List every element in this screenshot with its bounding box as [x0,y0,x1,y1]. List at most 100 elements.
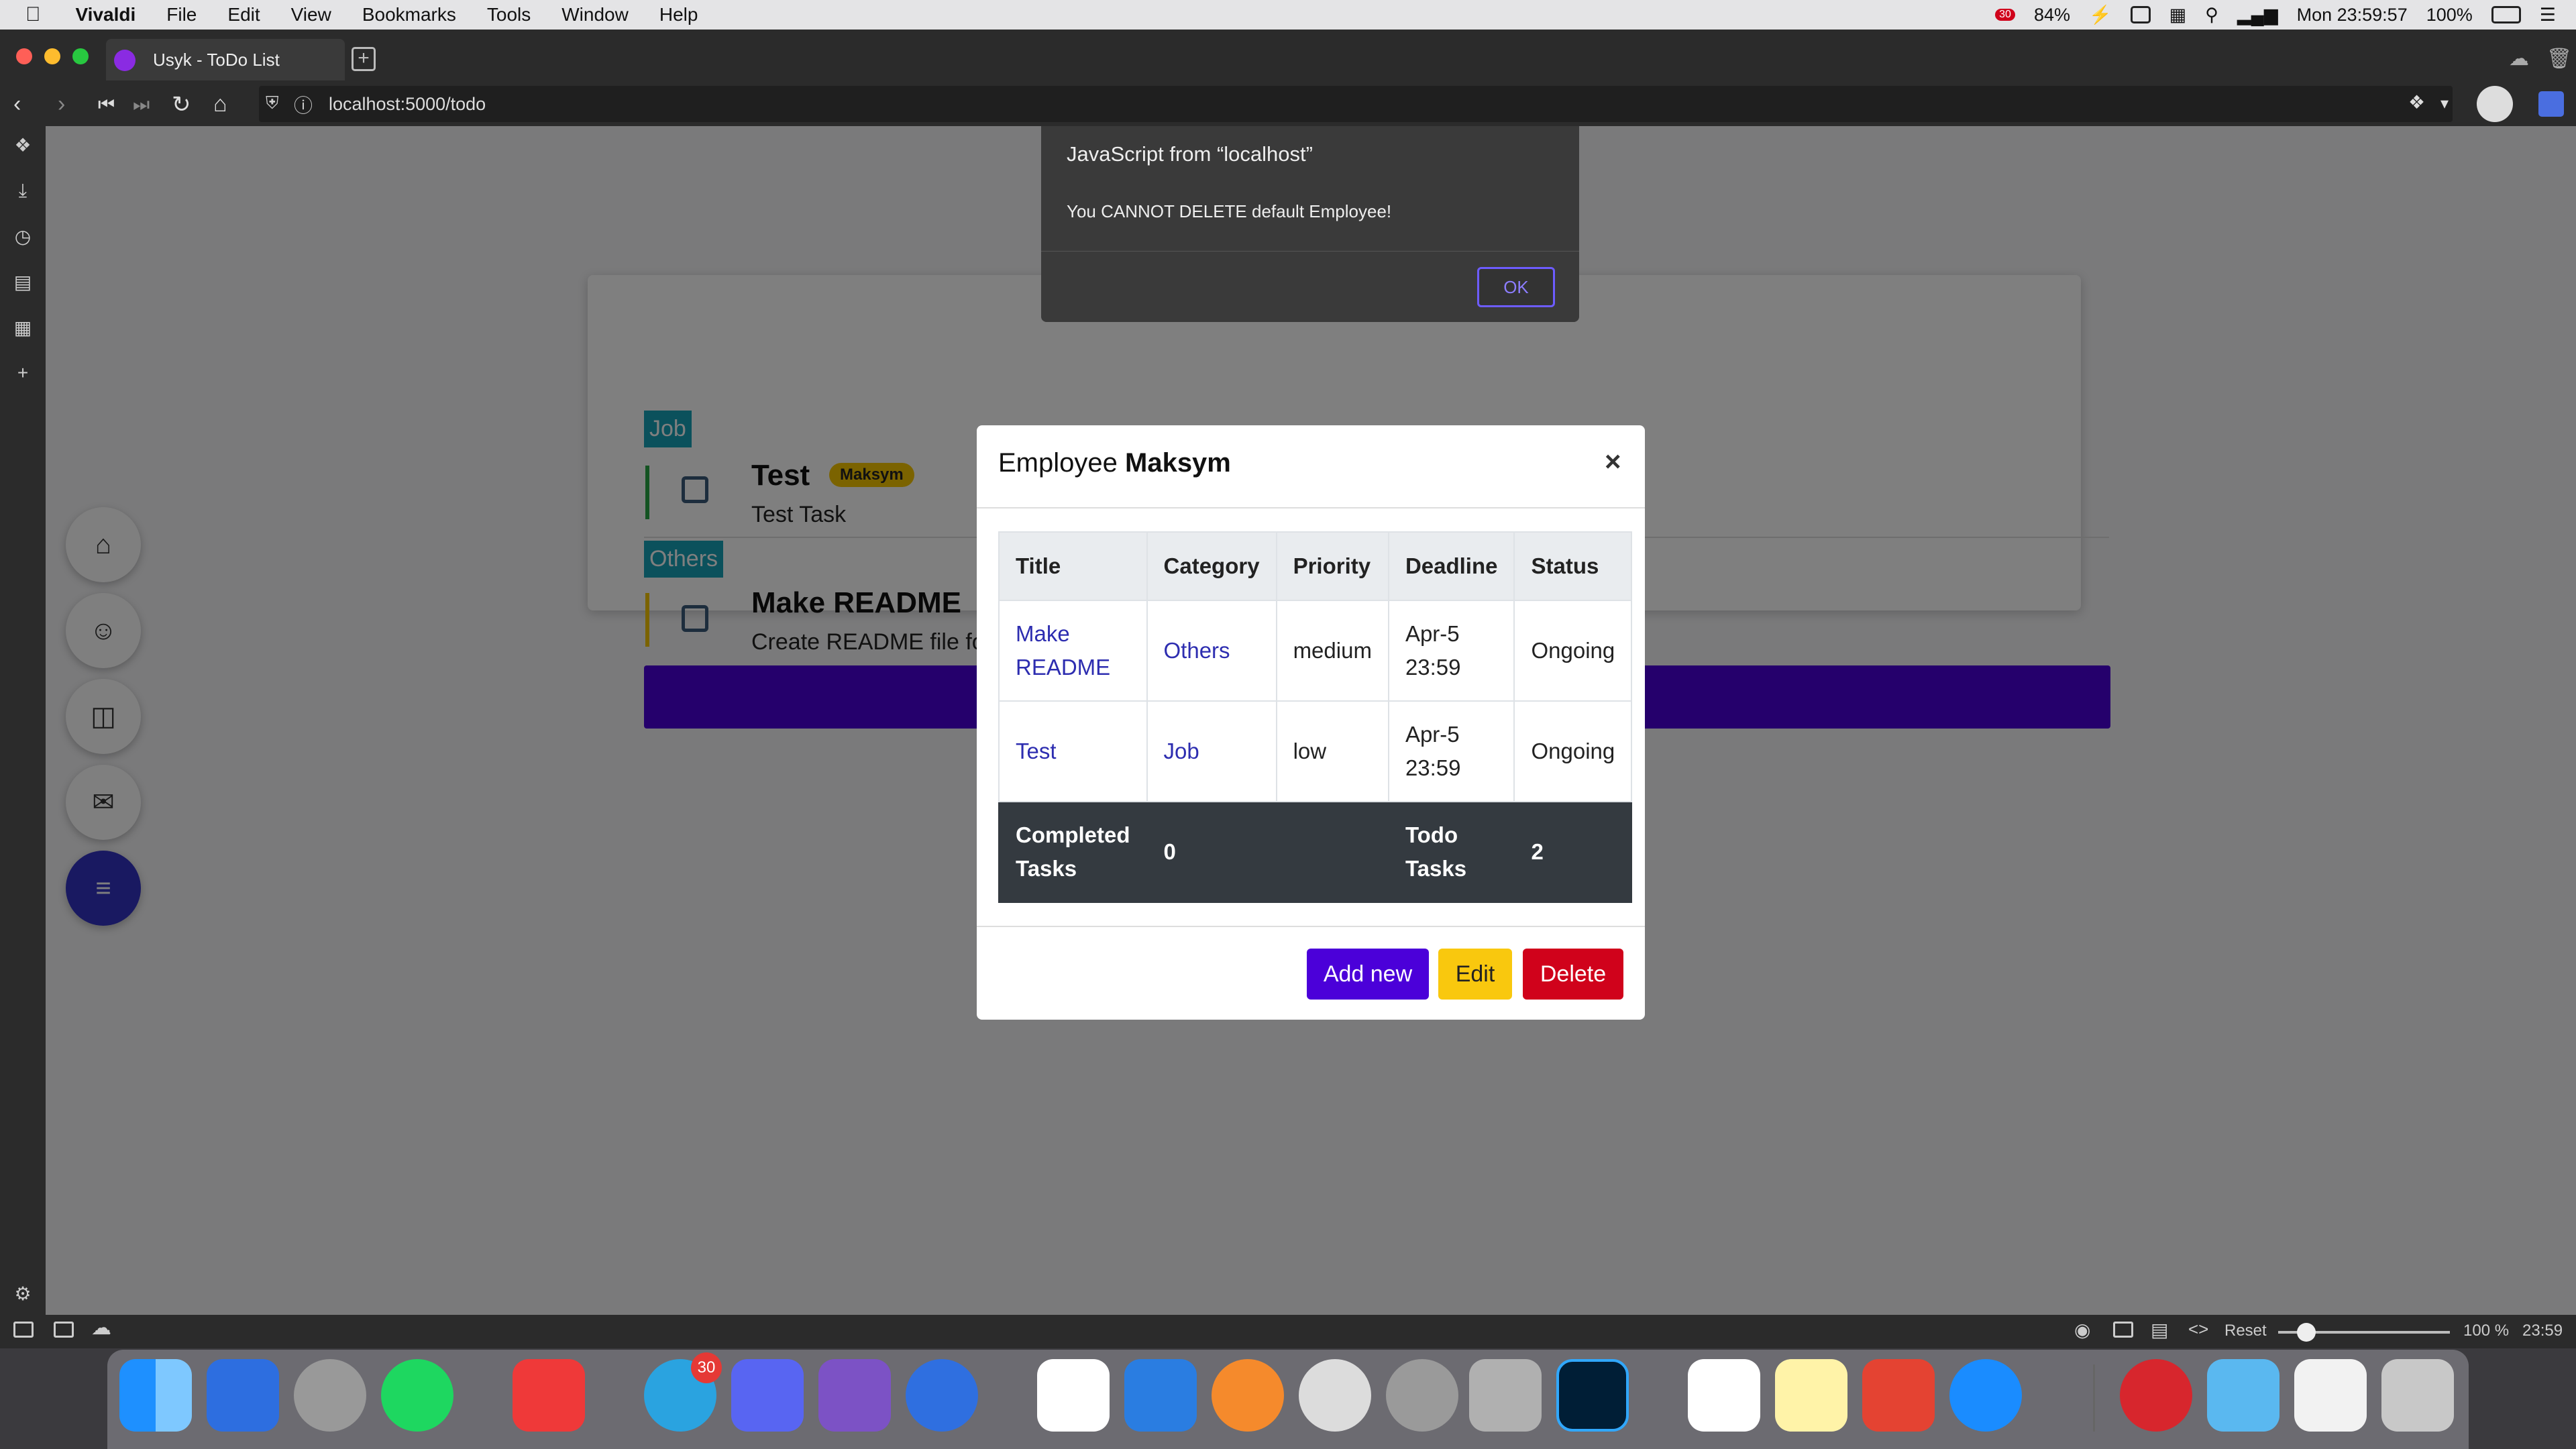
edit-button[interactable]: Edit [1438,949,1512,1000]
vivaldi-icon[interactable] [513,1359,585,1432]
xcode-icon[interactable] [1124,1359,1197,1432]
alert-ok-button[interactable]: OK [1477,267,1555,307]
modal-header: Employee Maksym × [977,425,1645,508]
history-panel-icon[interactable]: ◷ [12,225,34,247]
trash-tabs-icon[interactable]: 🗑 [2546,47,2572,70]
signal-icon[interactable]: ▂▄▆ [2237,5,2278,25]
notification-center-icon[interactable]: ☰ [2540,5,2556,25]
menu-edit[interactable]: Edit [227,4,260,25]
task-title-link[interactable]: Make README [998,600,1148,702]
discord-icon[interactable] [731,1359,804,1432]
notes-icon[interactable] [1775,1359,1847,1432]
page-tiling-icon[interactable] [2113,1322,2133,1338]
task-category-link[interactable]: Job [1146,700,1277,802]
bookmarks-panel-icon[interactable]: ❖ [12,134,34,156]
vscode-icon[interactable] [1037,1359,1110,1432]
add-panel-icon[interactable]: + [12,362,34,384]
clock[interactable]: Mon 23:59:57 [2297,5,2408,25]
modal-close-button[interactable]: × [1605,445,1621,478]
settings-gear-icon[interactable]: ⚙ [12,1283,34,1304]
spotify-icon[interactable] [381,1359,453,1432]
table-header-row: Title Category Priority Deadline Status [998,531,1633,601]
translate-extension-icon[interactable] [2538,91,2564,117]
add-new-button[interactable]: Add new [1307,949,1429,1000]
keyboard-layout-icon[interactable] [2130,6,2151,23]
page-actions-icon[interactable]: <> [2188,1319,2208,1340]
apple-menu-icon[interactable]:  [25,3,41,26]
col-status: Status [1513,531,1633,601]
images-toggle-icon[interactable]: ▤ [2151,1319,2168,1341]
alert-title: JavaScript from “localhost” [1067,142,1313,166]
forward-icon[interactable]: › [58,91,65,117]
shield-icon[interactable]: ⛨ [266,93,279,114]
task-status: Ongoing [1513,700,1633,802]
task-category-link[interactable]: Others [1146,600,1277,702]
col-priority: Priority [1275,531,1389,601]
window-close-button[interactable] [16,48,32,64]
photoshop-icon[interactable] [1556,1359,1629,1432]
disk-utility-icon[interactable] [1386,1359,1458,1432]
battery-status[interactable]: 100% [2426,5,2473,25]
tiling-icon[interactable] [54,1322,74,1338]
address-dropdown-icon[interactable]: ▾ [2440,94,2449,113]
menu-help[interactable]: Help [659,4,698,25]
downloads-panel-icon[interactable]: ⤓ [12,180,34,201]
zoom-reset-button[interactable]: Reset [2224,1322,2267,1340]
rewind-icon[interactable]: ⏮ [98,94,115,116]
window-minimize-button[interactable] [44,48,60,64]
cloud-sync-icon[interactable]: ☁ [2509,47,2529,70]
browser-tab-active[interactable]: Usyk - ToDo List [106,39,345,80]
home-icon[interactable]: ⌂ [213,91,227,117]
task-title-link[interactable]: Test [998,700,1148,802]
amphetamine-icon[interactable]: ⚡ [2089,4,2112,25]
todoist-icon[interactable] [1862,1359,1935,1432]
delete-button[interactable]: Delete [1523,949,1623,1000]
fast-forward-icon[interactable]: ⏭ [133,94,150,116]
sync-cloud-icon[interactable]: ☁ [91,1316,111,1340]
menu-tools[interactable]: Tools [487,4,531,25]
window-zoom-button[interactable] [72,48,89,64]
notes-panel-icon[interactable]: ▤ [12,271,34,292]
employee-modal: Employee Maksym × Title Category Priorit… [977,425,1645,1020]
battery-icon[interactable] [2491,6,2521,23]
screenshot-icon[interactable]: ◉ [2074,1319,2090,1341]
vivaldi-side-panel [0,126,46,1315]
panel-toggle-icon[interactable] [13,1322,34,1338]
task-manager-icon[interactable] [207,1359,279,1432]
menu-file[interactable]: File [166,4,197,25]
spotlight-search-icon[interactable]: ⚲ [2205,5,2218,25]
postman-icon[interactable] [1212,1359,1284,1432]
profile-avatar[interactable] [2477,86,2513,122]
menu-view[interactable]: View [291,4,331,25]
back-icon[interactable]: ‹ [13,91,21,117]
trash-icon[interactable] [2381,1359,2454,1432]
modal-title-prefix: Employee [998,448,1118,478]
viber-icon[interactable] [818,1359,891,1432]
zoom-slider-thumb[interactable] [2297,1323,2316,1342]
tableplus-icon[interactable] [1299,1359,1371,1432]
battery-percent[interactable]: 84% [2034,5,2070,25]
launchpad-icon[interactable] [294,1359,366,1432]
bookmark-page-icon[interactable]: ❖ [2408,91,2425,113]
notification-badge[interactable]: 30 [1995,9,2015,21]
new-tab-button[interactable]: + [352,47,376,71]
site-info-icon[interactable]: ⓘ [294,91,313,118]
window-layout-icon[interactable]: ▦ [2169,5,2187,25]
address-bar[interactable]: localhost:5000/todo [259,86,2453,122]
adblock-plus-icon[interactable] [2120,1359,2192,1432]
url-text[interactable]: localhost:5000/todo [329,94,486,115]
calendar-panel-icon[interactable]: ▦ [12,317,34,338]
app-menu[interactable]: Vivaldi [76,4,136,25]
menu-bookmarks[interactable]: Bookmarks [362,4,456,25]
finder-icon[interactable] [119,1359,192,1432]
spark-mail-icon[interactable] [906,1359,978,1432]
text-document-icon[interactable] [2294,1359,2367,1432]
folder-icon[interactable] [2207,1359,2279,1432]
menu-window[interactable]: Window [561,4,629,25]
macos-menu-bar:  Vivaldi File Edit View Bookmarks Tools… [0,0,2576,30]
todo-tasks-count: 2 [1513,801,1633,903]
reload-icon[interactable]: ↻ [172,91,191,118]
database-icon[interactable] [1469,1359,1542,1432]
reminders-icon[interactable] [1688,1359,1760,1432]
app-store-icon[interactable] [1949,1359,2022,1432]
